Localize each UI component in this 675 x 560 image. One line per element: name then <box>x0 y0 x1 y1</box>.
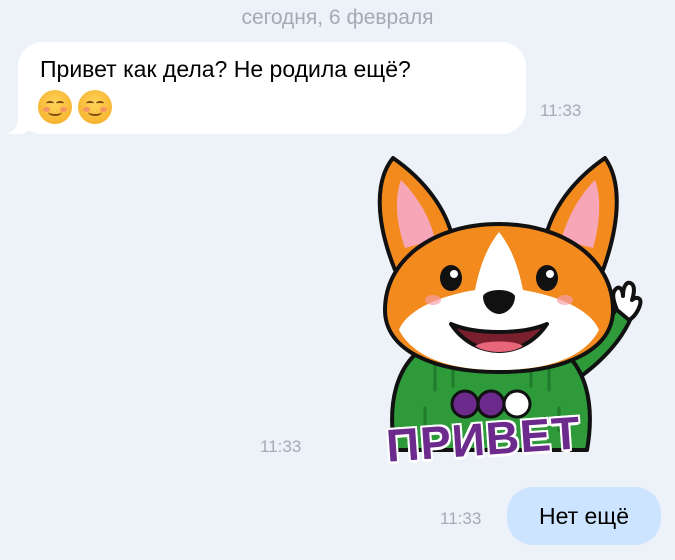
message-time: 11:33 <box>540 101 582 120</box>
message-text: Нет ещё <box>538 503 630 529</box>
message-text: Привет как дела? Не родила ещё? <box>40 56 411 82</box>
chat-history: сегодня, 6 февраля Привет как дела? Не р… <box>0 0 675 560</box>
smiling-face-icon <box>78 90 112 124</box>
incoming-message-bubble[interactable]: Привет как дела? Не родила ещё? <box>0 42 526 134</box>
message-time: 11:33 <box>260 437 302 456</box>
date-separator: сегодня, 6 февраля <box>241 6 434 29</box>
emoji-row <box>38 90 112 124</box>
message-time: 11:33 <box>440 509 482 528</box>
smiling-face-icon <box>38 90 72 124</box>
outgoing-message-bubble[interactable]: Нет ещё <box>507 487 661 545</box>
